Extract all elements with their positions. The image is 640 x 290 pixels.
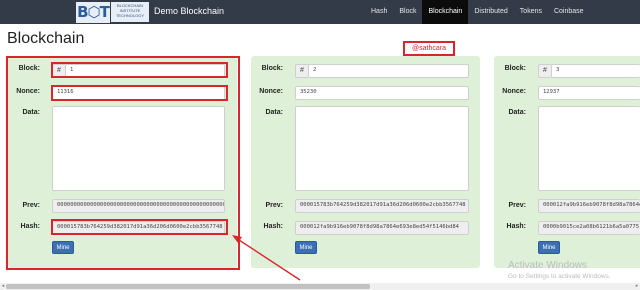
scrollbar-thumb[interactable] [6,284,370,289]
activate-windows-subtext: Go to Settings to activate Windows. [508,273,611,280]
scroll-right-icon[interactable]: ▸ [634,283,640,290]
horizontal-scrollbar[interactable]: ◂ ▸ [0,283,640,290]
annotation-arrow [232,235,301,281]
activate-windows-watermark: Activate Windows [508,260,587,271]
